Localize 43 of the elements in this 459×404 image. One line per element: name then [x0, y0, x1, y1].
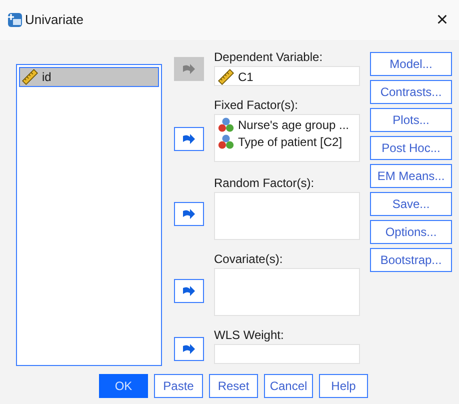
balls-icon	[218, 116, 234, 132]
target-field[interactable]	[214, 344, 360, 364]
variable-name: Nurse's age group ...	[238, 116, 350, 134]
ruler-icon	[218, 68, 234, 84]
curved-arrow-icon	[182, 208, 196, 220]
target-list[interactable]: Nurse's age group ... Type of patient [C2]	[214, 114, 360, 162]
dialog-button[interactable]: Bootstrap...	[370, 248, 452, 272]
target-label: Fixed Factor(s):	[214, 97, 300, 113]
variable-name: Type of patient [C2]	[238, 134, 342, 150]
dialog-button[interactable]: Reset	[209, 374, 258, 398]
move-arrow-button[interactable]	[174, 127, 204, 151]
move-arrow-button[interactable]	[174, 279, 204, 303]
dialog-button[interactable]: Cancel	[264, 374, 313, 398]
dialog-button[interactable]: EM Means...	[370, 164, 452, 188]
dialog-button[interactable]: Save...	[370, 192, 452, 216]
variable-name: C1	[238, 68, 254, 86]
dialog-button[interactable]: OK	[99, 374, 148, 398]
target-field[interactable]: C1	[214, 66, 360, 86]
curved-arrow-icon	[182, 133, 196, 145]
dialog-button[interactable]: Plots...	[370, 108, 452, 132]
app-icon	[7, 12, 23, 28]
dialog-button[interactable]: Options...	[370, 220, 452, 244]
target-label: WLS Weight:	[214, 327, 285, 343]
dialog-button[interactable]: Help	[319, 374, 368, 398]
variable-item[interactable]: id	[19, 67, 159, 87]
balls-icon	[218, 134, 234, 150]
curved-arrow-icon	[182, 285, 196, 297]
ruler-icon	[22, 69, 38, 85]
dialog-button[interactable]: Model...	[370, 52, 452, 76]
curved-arrow-icon	[182, 63, 196, 75]
target-label: Covariate(s):	[214, 251, 284, 267]
window-title: Univariate	[25, 11, 84, 30]
move-arrow-button[interactable]	[174, 202, 204, 226]
curved-arrow-icon	[182, 343, 196, 355]
dialog-button[interactable]: Contrasts...	[370, 80, 452, 104]
target-label: Random Factor(s):	[214, 175, 316, 191]
dialog-button[interactable]: Paste	[154, 374, 203, 398]
target-label: Dependent Variable:	[214, 49, 324, 65]
dialog-button[interactable]: Post Hoc...	[370, 136, 452, 160]
move-arrow-button[interactable]	[174, 337, 204, 361]
variable-name: id	[42, 69, 52, 86]
variable-list[interactable]: id	[16, 64, 162, 366]
close-button[interactable]: ×	[436, 10, 448, 30]
